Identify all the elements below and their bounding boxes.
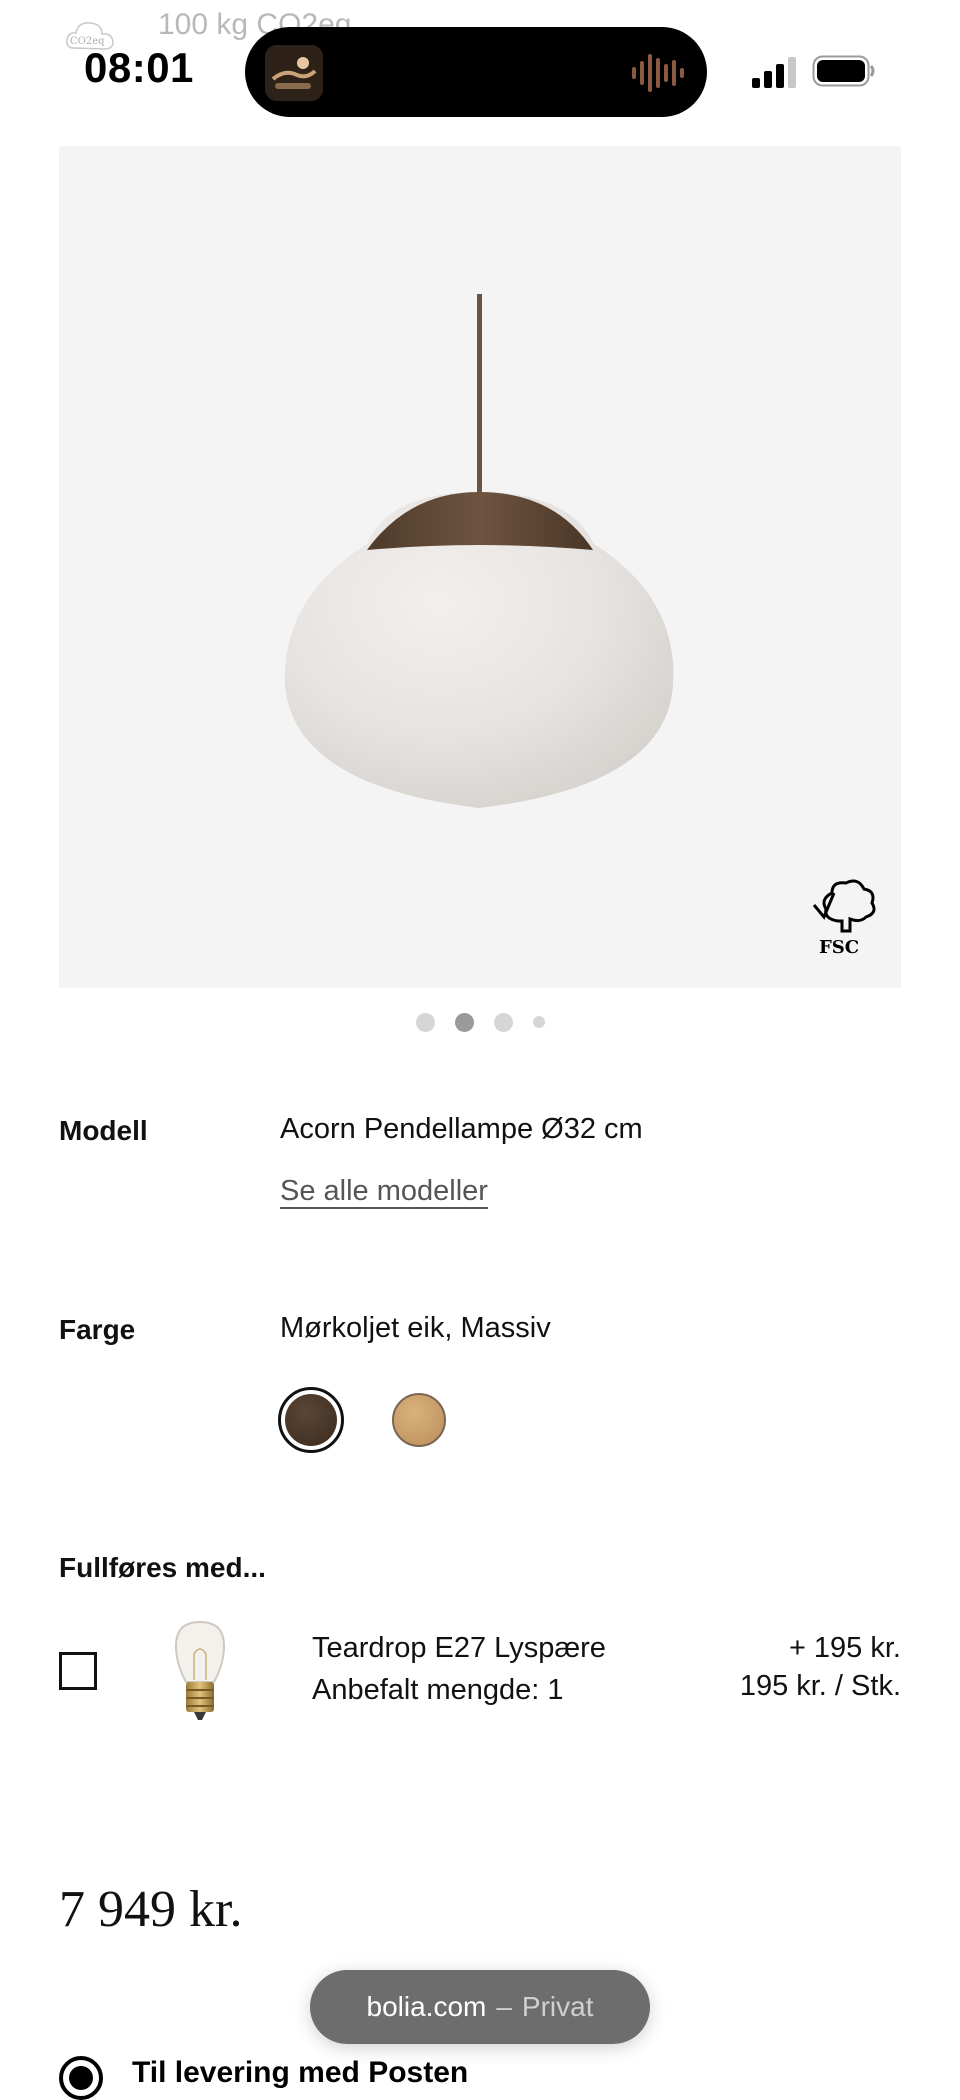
image-carousel-indicator[interactable] bbox=[0, 1010, 960, 1034]
addon-heading: Fullføres med... bbox=[59, 1552, 266, 1583]
status-time: 08:01 bbox=[84, 44, 194, 91]
audio-waveform-icon bbox=[632, 54, 684, 92]
fsc-logo-icon: FSC bbox=[812, 879, 876, 958]
color-swatch-light-oak[interactable] bbox=[392, 1393, 446, 1447]
browser-domain: bolia.com bbox=[366, 1991, 487, 2022]
carousel-dot-1[interactable] bbox=[415, 1012, 435, 1032]
color-label: Farge bbox=[59, 1314, 136, 1345]
color-value: Mørkoljet eik, Massiv bbox=[280, 1312, 551, 1344]
see-all-models-link[interactable]: Se alle modeller bbox=[280, 1175, 488, 1208]
carousel-dot-2[interactable] bbox=[454, 1012, 474, 1032]
color-swatch-dark-oak[interactable] bbox=[285, 1394, 337, 1446]
browser-private-mode: Privat bbox=[521, 1991, 594, 2022]
product-image[interactable]: FSC bbox=[59, 146, 901, 988]
addon-name: Teardrop E27 Lyspære bbox=[312, 1632, 606, 1664]
delivery-option-label[interactable]: Til levering med Posten bbox=[132, 2056, 468, 2090]
model-value: Acorn Pendellampe Ø32 cm bbox=[280, 1113, 643, 1145]
addon-recommended-qty: Anbefalt mengde: 1 bbox=[312, 1674, 564, 1706]
pendant-lamp-image bbox=[284, 294, 674, 808]
product-price: 7 949 kr. bbox=[59, 1881, 243, 1938]
addon-unit-price: 195 kr. / Stk. bbox=[739, 1670, 901, 1702]
delivery-radio-selected-dot bbox=[69, 2066, 93, 2090]
browser-separator: – bbox=[496, 1991, 512, 2022]
battery-icon bbox=[812, 55, 875, 87]
cellular-signal-icon bbox=[752, 57, 796, 88]
model-label: Modell bbox=[59, 1115, 148, 1146]
browser-address-pill[interactable]: bolia.com – Privat bbox=[310, 1970, 650, 2044]
carousel-dot-4[interactable] bbox=[532, 1016, 545, 1028]
addon-checkbox[interactable] bbox=[59, 1652, 97, 1690]
addon-price: + 195 kr. bbox=[788, 1632, 901, 1664]
now-playing-thumbnail[interactable] bbox=[265, 45, 323, 101]
carousel-dot-3[interactable] bbox=[493, 1012, 513, 1032]
svg-text:FSC: FSC bbox=[819, 937, 859, 958]
light-bulb-image bbox=[174, 1620, 226, 1720]
